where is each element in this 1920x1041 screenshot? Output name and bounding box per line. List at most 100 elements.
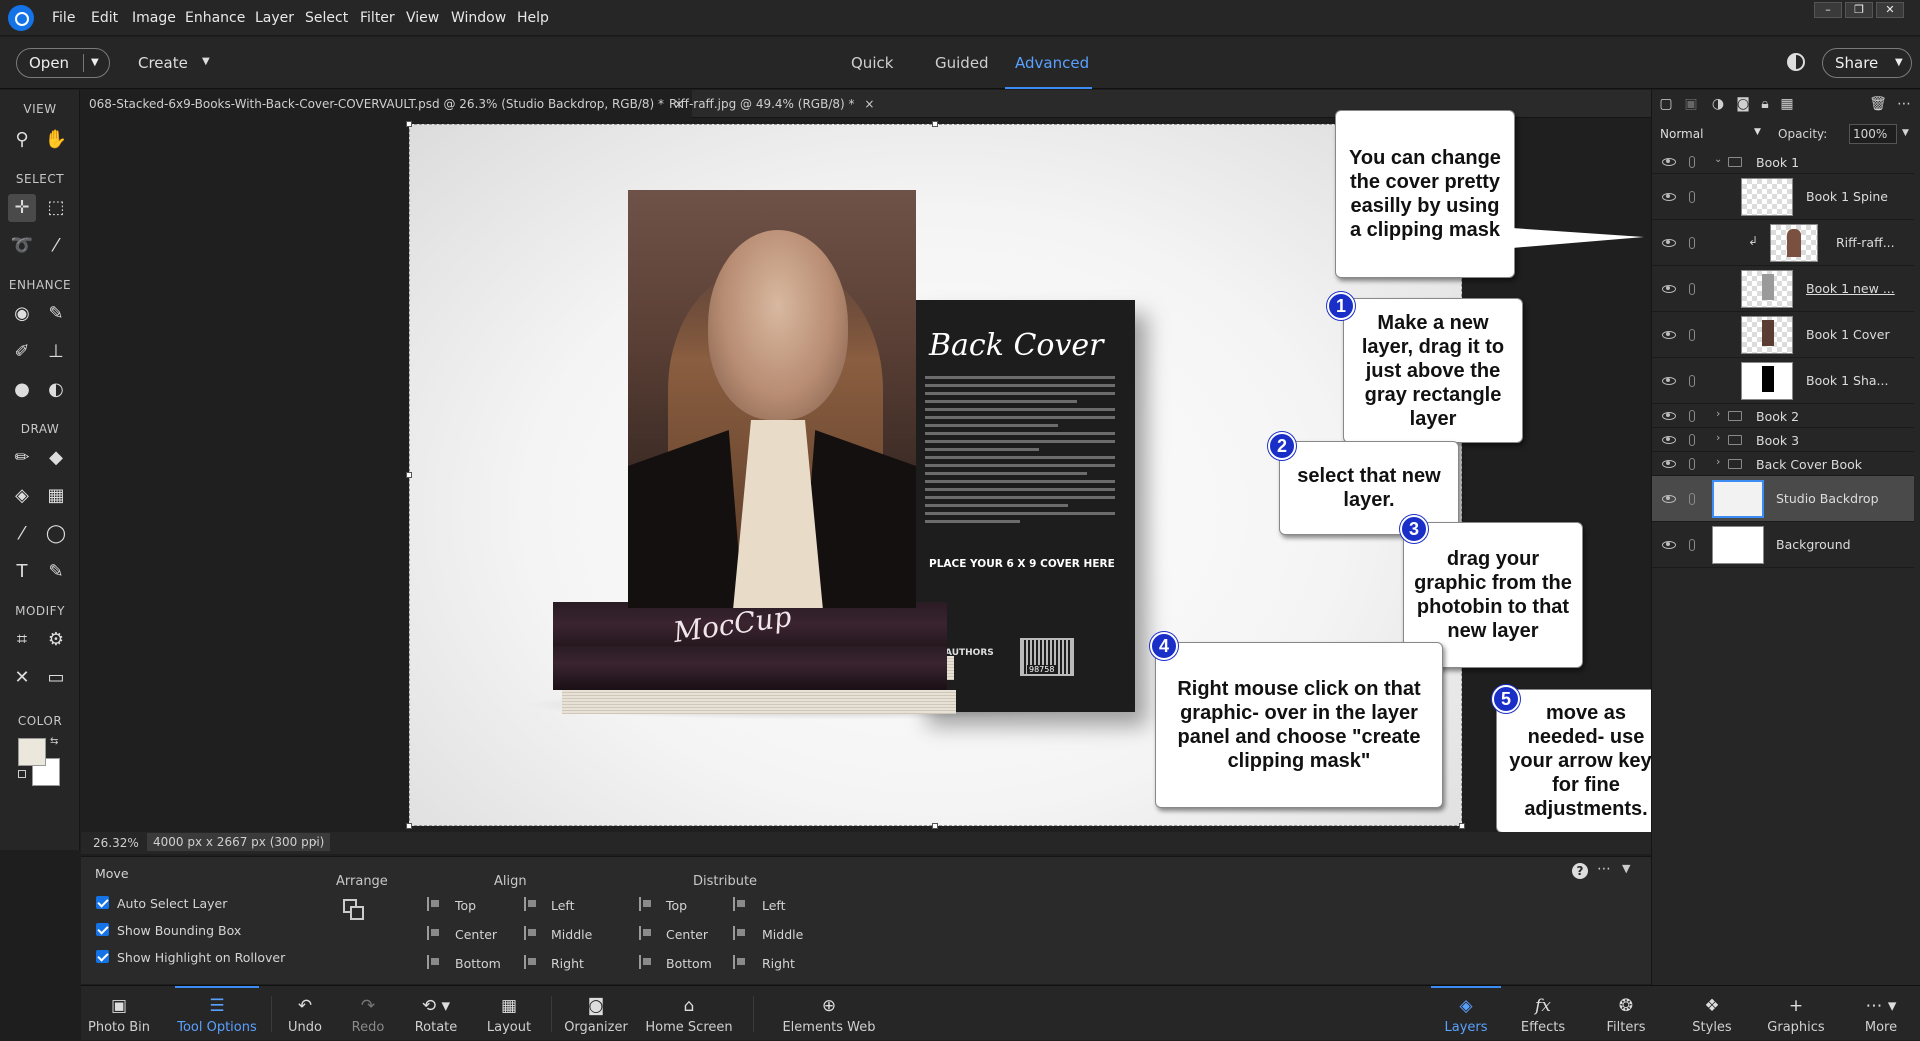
help-icon[interactable]: ? [1572,863,1588,879]
highlight-rollover-checkbox[interactable] [96,950,109,963]
sponge-tool-icon[interactable]: ◐ [42,376,70,404]
transform-handle[interactable] [932,121,938,127]
distribute-right-icon[interactable] [733,955,747,969]
align-bottom-label[interactable]: Bottom [455,956,501,971]
organizer-button[interactable]: ◙ Organizer [561,986,631,1041]
default-colors-icon[interactable] [18,770,26,778]
undo-button[interactable]: ↶ Undo [281,986,329,1041]
visibility-eye-icon[interactable] [1662,412,1676,420]
visibility-eye-icon[interactable] [1662,541,1676,549]
clone-stamp-icon[interactable]: ⊥ [42,338,70,366]
blend-mode-select[interactable]: Normal ▼ [1658,124,1764,144]
link-icon[interactable] [1689,329,1695,341]
recompose-tool-icon[interactable]: ⚙ [42,626,70,654]
trash-icon[interactable]: 🗑︎ [1869,96,1887,112]
layer-row[interactable]: Background [1652,522,1914,568]
distribute-left-label[interactable]: Left [762,898,786,913]
menu-view[interactable]: View [406,10,439,26]
graphics-panel-button[interactable]: + Graphics [1764,986,1828,1041]
link-icon[interactable] [1689,434,1695,446]
create-button[interactable]: Create [138,54,188,72]
link-icon[interactable] [1689,237,1695,249]
layer-row[interactable]: Book 1 Cover [1652,312,1914,358]
align-left-icon[interactable] [524,897,538,911]
menu-window[interactable]: Window [451,10,506,26]
magic-wand-icon[interactable]: ⁄ [42,232,70,260]
align-top-label[interactable]: Top [455,898,476,913]
tab-quick[interactable]: Quick [851,54,893,72]
menu-filter[interactable]: Filter [360,10,395,26]
menu-select[interactable]: Select [305,10,348,26]
eyedropper-icon[interactable]: ⁄ [8,520,36,548]
link-icon[interactable] [1689,191,1695,203]
lock-transparency-icon[interactable]: ▦ [1778,96,1796,112]
visibility-eye-icon[interactable] [1662,331,1676,339]
distribute-left-icon[interactable] [733,897,747,911]
distribute-right-label[interactable]: Right [762,956,795,971]
healing-brush-icon[interactable]: ✎ [42,300,70,328]
menu-edit[interactable]: Edit [91,10,118,26]
redo-button[interactable]: ↷ Redo [344,986,392,1041]
new-group-icon[interactable]: ▣ [1682,96,1700,112]
menu-file[interactable]: File [52,10,75,26]
align-middle-icon[interactable] [524,926,538,940]
share-button[interactable]: Share ▼ [1822,48,1912,78]
gradient-tool-icon[interactable]: ▦ [42,482,70,510]
rotate-button[interactable]: ⟲ ▾ Rotate [408,986,464,1041]
link-icon[interactable] [1689,375,1695,387]
group-expanded-chevron-icon[interactable]: ⌄ [1714,154,1722,165]
content-aware-move-icon[interactable]: ✕ [8,664,36,692]
elements-web-button[interactable]: ⊕ Elements Web [781,986,877,1041]
link-icon[interactable] [1689,458,1695,470]
transform-handle[interactable] [932,823,938,829]
menu-layer[interactable]: Layer [255,10,294,26]
restore-button[interactable]: ❐ [1845,2,1873,18]
layers-panel-button[interactable]: ◈ Layers [1431,986,1501,1041]
arrange-icon[interactable] [343,899,365,921]
transform-handle[interactable] [1459,823,1465,829]
ellipse-tool-icon[interactable]: ◯ [42,520,70,548]
doc-tab-riffraff[interactable]: Riff-raff.jpg @ 49.4% (RGB/8) * × [661,90,882,118]
link-icon[interactable] [1689,410,1695,422]
straighten-tool-icon[interactable]: ▭ [42,664,70,692]
visibility-eye-icon[interactable] [1662,193,1676,201]
visibility-eye-icon[interactable] [1662,239,1676,247]
chevron-down-icon[interactable]: ▼ [91,49,99,77]
zoom-level[interactable]: 26.32% [93,836,139,850]
close-tab-icon[interactable]: × [864,97,874,111]
visibility-eye-icon[interactable] [1662,460,1676,468]
distribute-top-label[interactable]: Top [666,898,687,913]
align-right-icon[interactable] [524,955,538,969]
new-layer-icon[interactable]: ▢ [1657,96,1675,112]
distribute-center-label[interactable]: Center [666,927,708,942]
red-eye-tool-icon[interactable]: ◉ [8,300,36,328]
distribute-top-icon[interactable] [639,897,653,911]
smart-brush-icon[interactable]: ✐ [8,338,36,366]
visibility-eye-icon[interactable] [1662,377,1676,385]
foreground-color-swatch[interactable] [18,738,46,766]
filters-panel-button[interactable]: ❂ Filters [1596,986,1656,1041]
type-tool-icon[interactable]: T [8,558,36,586]
transform-handle[interactable] [406,472,412,478]
menu-enhance[interactable]: Enhance [185,10,245,26]
eraser-tool-icon[interactable]: ◆ [42,444,70,472]
layer-row[interactable]: Book 1 Spine [1652,174,1914,220]
zoom-tool-icon[interactable]: ⚲ [8,126,36,154]
visibility-eye-icon[interactable] [1662,285,1676,293]
auto-select-checkbox[interactable] [96,896,109,909]
bounding-box-checkbox[interactable] [96,923,109,936]
collapse-chevron-icon[interactable]: ▼ [1622,862,1630,875]
layer-row[interactable]: ⌄ Book 1 [1652,150,1914,174]
brush-tool-icon[interactable]: ✏ [8,444,36,472]
photo-bin-button[interactable]: ▣ Photo Bin [81,986,157,1041]
create-chevron-icon[interactable]: ▼ [202,56,210,67]
align-right-label[interactable]: Right [551,956,584,971]
layer-row[interactable]: › Book 3 [1652,428,1914,452]
layer-row[interactable]: ↲ Riff-raff... [1652,220,1914,266]
distribute-bottom-label[interactable]: Bottom [666,956,712,971]
paint-bucket-icon[interactable]: ◈ [8,482,36,510]
link-icon[interactable] [1689,283,1695,295]
layer-row[interactable]: › Book 2 [1652,404,1914,428]
link-icon[interactable] [1689,493,1695,505]
opacity-chevron-icon[interactable]: ▼ [1902,128,1909,138]
